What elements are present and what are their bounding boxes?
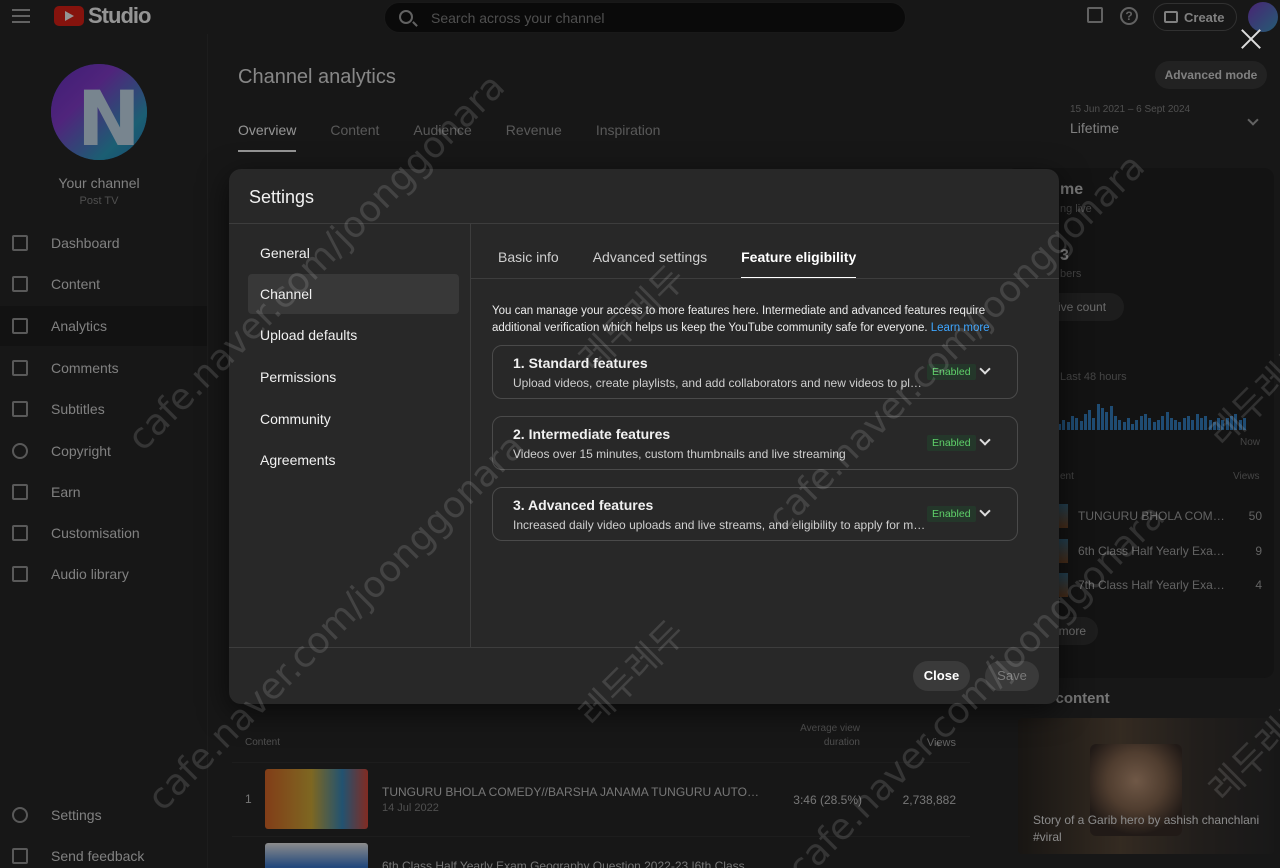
feature-description: Increased daily video uploads and live s… [513, 518, 928, 532]
settings-nav-channel[interactable]: Channel [248, 274, 459, 314]
divider [229, 223, 1059, 224]
settings-nav-general[interactable]: General [248, 233, 459, 273]
feature-intermediate[interactable]: 2. Intermediate features Videos over 15 … [492, 416, 1018, 470]
channel-subtabs: Basic info Advanced settings Feature eli… [498, 249, 857, 279]
feature-intro-text: You can manage your access to more featu… [492, 305, 986, 334]
feature-title: 2. Intermediate features [513, 426, 671, 442]
settings-nav-community[interactable]: Community [248, 399, 459, 439]
close-button[interactable]: Close [913, 661, 970, 691]
settings-nav-upload-defaults[interactable]: Upload defaults [248, 315, 459, 355]
chevron-down-icon[interactable] [979, 363, 991, 375]
tab-feature-eligibility[interactable]: Feature eligibility [741, 249, 857, 279]
feature-description: Upload videos, create playlists, and add… [513, 376, 928, 390]
settings-nav-agreements[interactable]: Agreements [248, 440, 459, 480]
divider [470, 224, 471, 647]
dialog-title: Settings [249, 187, 315, 207]
divider [471, 278, 1059, 279]
feature-intro: You can manage your access to more featu… [492, 303, 992, 337]
tab-advanced-settings[interactable]: Advanced settings [593, 249, 707, 279]
close-icon[interactable] [1238, 26, 1264, 52]
status-badge: Enabled [927, 364, 976, 380]
feature-title: 3. Advanced features [513, 497, 654, 513]
status-badge: Enabled [927, 506, 976, 522]
tab-basic-info[interactable]: Basic info [498, 249, 559, 279]
save-button[interactable]: Save [985, 661, 1039, 691]
feature-advanced[interactable]: 3. Advanced features Increased daily vid… [492, 487, 1018, 541]
settings-nav-permissions[interactable]: Permissions [248, 357, 459, 397]
feature-description: Videos over 15 minutes, custom thumbnail… [513, 447, 846, 461]
chevron-down-icon[interactable] [979, 434, 991, 446]
feature-title: 1. Standard features [513, 355, 648, 371]
feature-standard[interactable]: 1. Standard features Upload videos, crea… [492, 345, 1018, 399]
settings-dialog: Settings General Channel Upload defaults… [229, 169, 1059, 704]
divider [229, 647, 1059, 648]
learn-more-link[interactable]: Learn more [931, 322, 990, 334]
chevron-down-icon[interactable] [979, 505, 991, 517]
status-badge: Enabled [927, 435, 976, 451]
